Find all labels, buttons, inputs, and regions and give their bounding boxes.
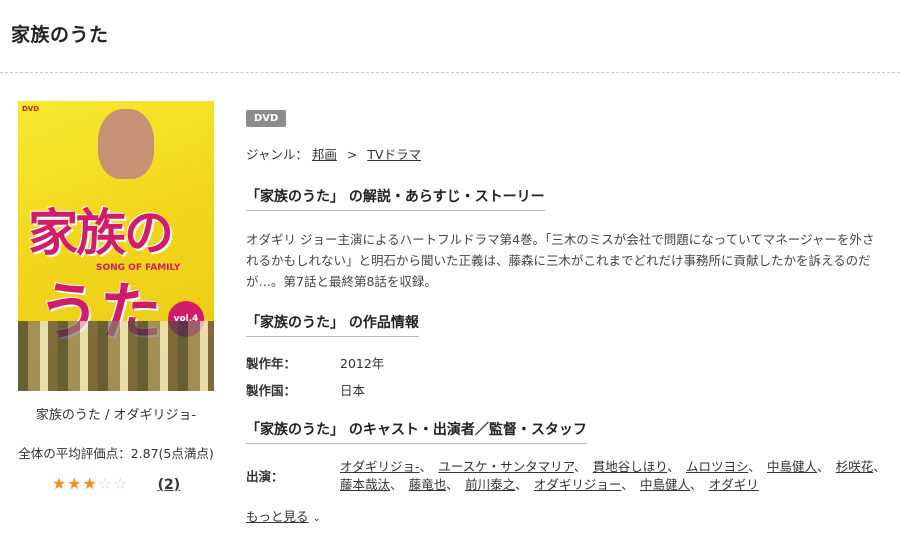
rating-row: ★★★☆☆ (2): [18, 474, 214, 493]
poster-caption: 家族のうた / オダギリジョ-: [35, 408, 197, 423]
cast-row: 出演： オダギリジョ-、 ユースケ・サンタマリア、 貫地谷しほり、 ムロツヨシ、…: [246, 458, 886, 494]
cast-label: 出演：: [246, 469, 284, 484]
info-table: 製作年： 2012年 製作国： 日本: [246, 349, 384, 403]
info-value-country: 日本: [340, 383, 366, 398]
cast-separator: 、: [419, 459, 439, 474]
stars-filled: ★★★: [51, 474, 98, 493]
cast-member-link[interactable]: 杉咲花: [836, 459, 874, 474]
cast-separator: 、: [667, 459, 686, 474]
synopsis-text: オダギリ ジョー主演によるハートフルドラマ第4巻。「三木のミスが会社で問題になっ…: [246, 232, 875, 289]
info-value-year: 2012年: [340, 356, 385, 371]
stars-empty: ☆☆: [97, 474, 129, 493]
title-divider: [0, 72, 900, 73]
cast-separator: 、: [748, 459, 767, 474]
more-link[interactable]: もっと見る ⌄: [246, 506, 321, 525]
genre-link-tvdrama[interactable]: TVドラマ: [367, 147, 421, 162]
synopsis-heading: 「家族のうた」 の解説・あらすじ・ストーリー: [246, 186, 545, 211]
dvd-badge: DVD: [246, 110, 287, 127]
genre-separator: >: [346, 147, 358, 162]
cast-member-link[interactable]: オダギリ: [709, 477, 759, 492]
cast-separator: 、: [817, 459, 836, 474]
cast-member-link[interactable]: 中島健人: [767, 459, 817, 474]
cast-list: オダギリジョ-、 ユースケ・サンタマリア、 貫地谷しほり、 ムロツヨシ、 中島健…: [340, 458, 880, 494]
cast-separator: 、: [690, 477, 709, 492]
cast-separator: 、: [515, 477, 534, 492]
cast-member-link[interactable]: 貫地谷しほり: [593, 459, 668, 474]
chevron-down-icon: ⌄: [312, 513, 321, 524]
info-row-year: 製作年： 2012年: [246, 349, 384, 376]
cast-member-link[interactable]: 藤本哉汰: [340, 477, 390, 492]
info-heading: 「家族のうた」 の作品情報: [246, 312, 419, 337]
genre-breadcrumb: ジャンル： 邦画 > TVドラマ: [246, 144, 886, 163]
cast-member-link[interactable]: オダギリジョ-: [340, 459, 420, 474]
poster-face: [98, 109, 154, 179]
cast-separator: 、: [873, 459, 893, 474]
dvd-cover-image[interactable]: DVD 家族の SONG OF FAMILY うた vol.4: [18, 101, 214, 391]
cast-separator: 、: [573, 459, 593, 474]
cast-member-link[interactable]: ユースケ・サンタマリア: [438, 459, 574, 474]
genre-link-houga[interactable]: 邦画: [312, 147, 337, 162]
cast-member-link[interactable]: ムロツヨシ: [686, 459, 748, 474]
info-row-country: 製作国： 日本: [246, 376, 384, 403]
cast-member-link[interactable]: オダギリジョー: [534, 477, 621, 492]
poster-cast-figures: [18, 321, 214, 391]
detail-column: DVD ジャンル： 邦画 > TVドラマ 「家族のうた」 の解説・あらすじ・スト…: [246, 106, 886, 525]
cast-member-link[interactable]: 中島健人: [640, 477, 690, 492]
poster-logo: DVD: [22, 105, 40, 113]
cast-member-link[interactable]: 藤竜也: [409, 477, 447, 492]
more-link-label: もっと見る: [246, 509, 309, 524]
info-label-year: 製作年：: [246, 356, 297, 371]
cast-heading: 「家族のうた」 のキャスト・出演者／監督・スタッフ: [246, 419, 587, 444]
cast-separator: 、: [390, 477, 409, 492]
genre-label: ジャンル：: [246, 147, 308, 162]
left-column: DVD 家族の SONG OF FAMILY うた vol.4 家族のうた / …: [18, 101, 214, 493]
cast-member-link[interactable]: 前川泰之: [465, 477, 515, 492]
cast-separator: 、: [621, 477, 640, 492]
poster-title-top: 家族の: [28, 203, 174, 262]
page-title: 家族のうた: [11, 24, 109, 46]
star-rating-icon: ★★★☆☆: [52, 474, 129, 493]
average-rating-text: 全体の平均評価点：2.87(5点満点): [18, 446, 214, 461]
review-count-link[interactable]: (2): [158, 477, 181, 493]
cast-separator: 、: [446, 477, 466, 492]
info-label-country: 製作国：: [246, 383, 297, 398]
